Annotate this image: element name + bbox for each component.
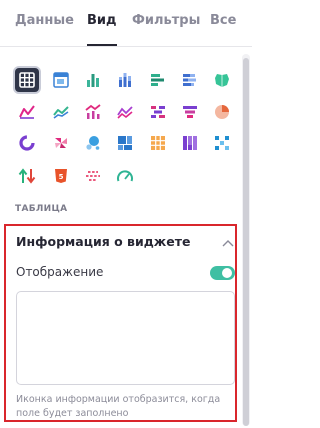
sankey-icon[interactable]	[210, 131, 234, 155]
stacked-area-chart-icon[interactable]	[146, 100, 170, 124]
line-column-chart-icon[interactable]	[81, 100, 105, 124]
display-label: Отображение	[16, 265, 104, 279]
area-chart-icon[interactable]	[49, 100, 73, 124]
map-icon[interactable]	[210, 68, 234, 92]
pie-chart-icon[interactable]	[210, 100, 234, 124]
funnel-chart-icon[interactable]	[178, 100, 202, 124]
tab-all[interactable]: Все	[210, 13, 236, 46]
pivot-table-icon[interactable]	[49, 68, 73, 92]
tab-data[interactable]: Данные	[15, 13, 74, 46]
multi-line-chart-icon[interactable]	[113, 100, 137, 124]
grid-table-icon[interactable]	[146, 131, 170, 155]
toggle-knob	[222, 268, 232, 278]
indicator-arrows-icon[interactable]	[15, 164, 39, 188]
marimekko-icon[interactable]	[178, 131, 202, 155]
widget-info-panel: Информация о виджете Отображение Иконка …	[4, 224, 237, 422]
heatmap-chart-icon[interactable]	[49, 131, 73, 155]
table-icon[interactable]	[15, 68, 39, 92]
stacked-bar-chart-icon[interactable]	[178, 68, 202, 92]
stacked-column-chart-icon[interactable]	[113, 68, 137, 92]
bubble-chart-icon[interactable]	[81, 131, 105, 155]
section-label: ТАБЛИЦА	[15, 204, 68, 214]
treemap-icon[interactable]	[113, 131, 137, 155]
widget-info-title: Информация о виджете	[16, 234, 191, 249]
html-widget-icon[interactable]: 5	[49, 164, 73, 188]
svg-text:5: 5	[59, 173, 64, 181]
timeline-icon[interactable]	[81, 164, 105, 188]
chevron-up-icon[interactable]	[222, 239, 234, 247]
widget-info-textarea[interactable]	[16, 291, 235, 385]
bar-chart-icon[interactable]	[146, 68, 170, 92]
tab-view[interactable]: Вид	[87, 13, 117, 46]
line-chart-icon[interactable]	[15, 100, 39, 124]
tab-filters[interactable]: Фильтры	[132, 13, 200, 46]
gauge-icon[interactable]	[113, 164, 137, 188]
scrollbar-thumb[interactable]	[243, 58, 249, 426]
column-chart-icon[interactable]	[81, 68, 105, 92]
widget-info-hint: Иконка информации отобразится, когда пол…	[16, 394, 221, 419]
tab-bar: Данные Вид Фильтры Все	[0, 0, 252, 47]
display-toggle[interactable]	[210, 266, 235, 280]
donut-chart-icon[interactable]	[15, 131, 39, 155]
